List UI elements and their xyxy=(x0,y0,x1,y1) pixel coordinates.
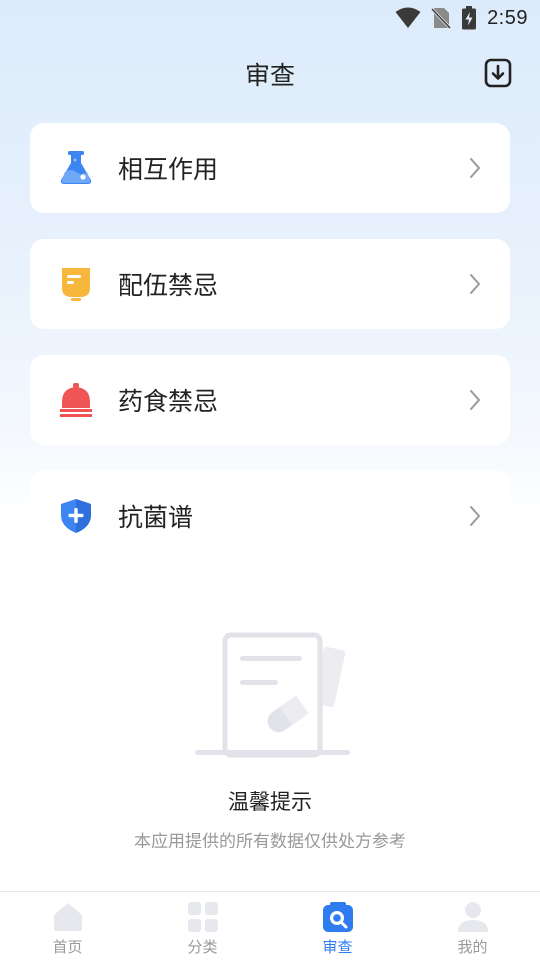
card-label: 药食禁忌 xyxy=(118,387,219,416)
prescription-illustration xyxy=(195,632,350,758)
chevron-right-icon xyxy=(470,506,480,526)
nav-label: 首页 xyxy=(52,938,83,956)
bell-icon xyxy=(60,383,92,417)
home-icon xyxy=(53,903,82,931)
notice-description-container: 本应用提供的所有数据仅供处方参考 xyxy=(0,830,540,848)
nav-label: 我的 xyxy=(457,938,488,956)
card-incompatibility[interactable]: 配伍禁忌 xyxy=(30,239,510,329)
no-sim-icon xyxy=(431,7,452,29)
review-icon xyxy=(322,902,353,932)
card-label: 配伍禁忌 xyxy=(118,271,219,300)
chevron-right-icon xyxy=(470,158,480,178)
shield-plus-icon xyxy=(61,499,91,533)
bottom-nav: 首页 分类 审查 我的 xyxy=(0,891,540,960)
page-title: 审查 xyxy=(244,61,295,90)
chevron-right-icon xyxy=(470,274,480,294)
nav-label: 分类 xyxy=(187,938,218,956)
card-interaction[interactable]: 相互作用 xyxy=(30,123,510,213)
user-icon xyxy=(457,902,488,932)
nav-label: 审查 xyxy=(322,938,353,956)
nav-item-category[interactable]: 分类 xyxy=(135,892,270,960)
download-button[interactable] xyxy=(484,58,512,88)
chevron-right-icon xyxy=(470,390,480,410)
status-time: 2:59 xyxy=(487,6,528,29)
grid-icon xyxy=(187,902,218,932)
download-icon xyxy=(484,58,512,88)
wifi-icon xyxy=(395,7,421,29)
bottle-icon xyxy=(62,268,90,301)
nav-item-review[interactable]: 审查 xyxy=(270,892,405,960)
nav-item-profile[interactable]: 我的 xyxy=(405,892,540,960)
card-antibacterial-spectrum[interactable]: 抗菌谱 xyxy=(30,471,510,561)
status-bar: 2:59 xyxy=(0,0,540,36)
notice-title: 温馨提示 xyxy=(228,790,312,814)
flask-icon xyxy=(60,151,92,184)
battery-charging-icon xyxy=(461,6,477,30)
card-food-contraindication[interactable]: 药食禁忌 xyxy=(30,355,510,445)
card-label: 相互作用 xyxy=(118,155,219,184)
notice-description: 本应用提供的所有数据仅供处方参考 xyxy=(134,832,406,848)
app-header: 审查 xyxy=(0,48,540,100)
card-label: 抗菌谱 xyxy=(118,503,194,532)
nav-item-home[interactable]: 首页 xyxy=(0,892,135,960)
